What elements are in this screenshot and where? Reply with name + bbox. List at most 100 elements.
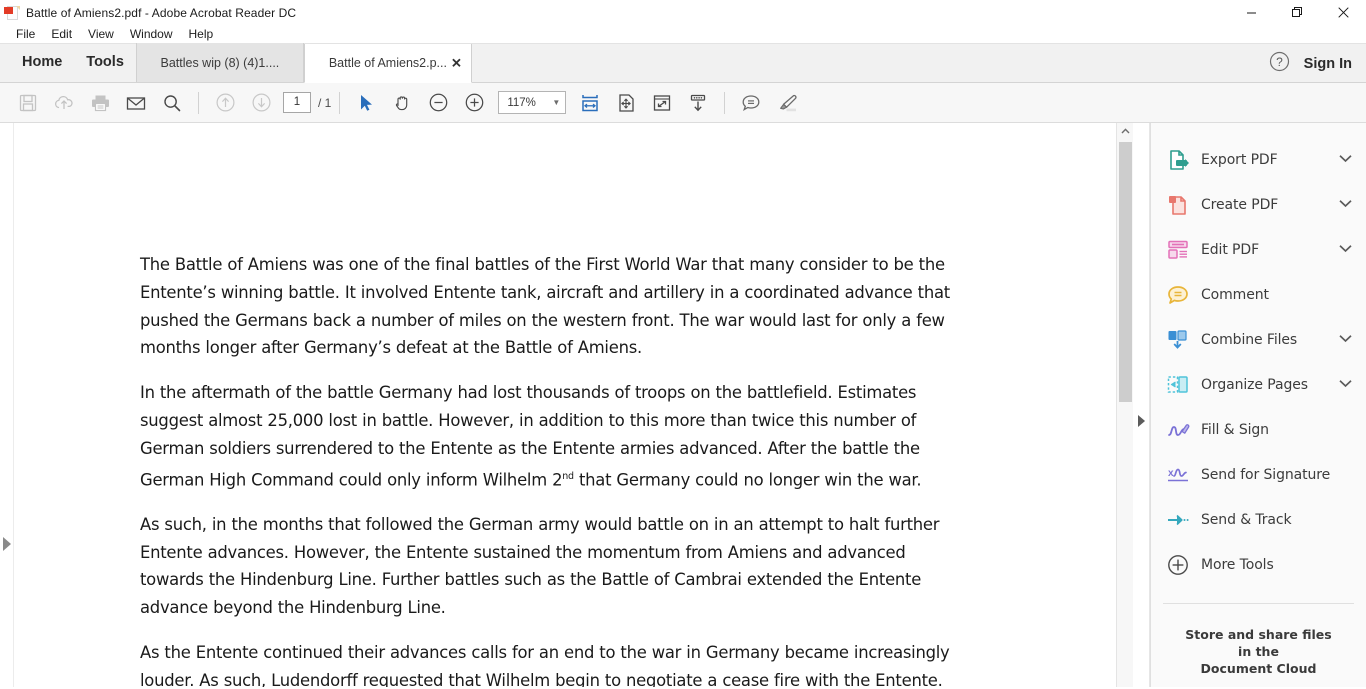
sign-in-button[interactable]: Sign In bbox=[1304, 56, 1352, 72]
menu-view[interactable]: View bbox=[80, 26, 122, 42]
tab-bar-right-group: ? Sign In bbox=[1269, 44, 1366, 83]
document-tab-battles-wip[interactable]: Battles wip (8) (4)1.... bbox=[135, 43, 304, 82]
right-tool-label: Comment bbox=[1201, 286, 1269, 303]
cursor-arrow-icon[interactable] bbox=[348, 86, 384, 120]
scroll-up-arrow-icon[interactable] bbox=[1117, 123, 1134, 140]
chevron-down-icon[interactable] bbox=[1339, 379, 1354, 391]
page-number-input[interactable]: 1 bbox=[283, 92, 311, 113]
tab-close-icon[interactable]: ✕ bbox=[451, 57, 462, 70]
tools-button[interactable]: Tools bbox=[74, 43, 136, 82]
hand-icon[interactable] bbox=[384, 86, 420, 120]
collapse-right-pane-icon[interactable] bbox=[1138, 415, 1145, 427]
chevron-down-icon: ▼ bbox=[552, 98, 561, 107]
tools-right-panel: Export PDF Create PDF Edit PDF Comment C… bbox=[1150, 123, 1366, 687]
zoom-level-dropdown[interactable]: 117% ▼ bbox=[498, 91, 567, 114]
tab-bar: Home Tools Battles wip (8) (4)1.... Batt… bbox=[0, 43, 1366, 83]
comment-bubble-icon[interactable] bbox=[733, 86, 769, 120]
right-tool-label: More Tools bbox=[1201, 556, 1274, 573]
document-tab-battle-of-amiens2[interactable]: Battle of Amiens2.p... ✕ bbox=[303, 44, 472, 83]
document-paragraph: As such, in the months that followed the… bbox=[140, 514, 940, 618]
menu-edit[interactable]: Edit bbox=[43, 26, 80, 42]
send-and-track-icon bbox=[1165, 507, 1191, 533]
email-icon[interactable] bbox=[118, 86, 154, 120]
chevron-down-icon[interactable] bbox=[1339, 154, 1354, 166]
save-file-icon[interactable] bbox=[10, 86, 46, 120]
zoom-out-icon[interactable] bbox=[420, 86, 456, 120]
right-tool-label: Edit PDF bbox=[1201, 241, 1260, 258]
document-paragraph: In the aftermath of the battle Germany h… bbox=[140, 379, 956, 494]
right-pane-collapse-strip[interactable] bbox=[1133, 123, 1150, 687]
right-tool-label: Send for Signature bbox=[1201, 466, 1331, 483]
page-total-label: / 1 bbox=[318, 95, 332, 110]
title-bar: Battle of Amiens2.pdf - Adobe Acrobat Re… bbox=[0, 0, 1366, 25]
zoom-level-value: 117% bbox=[507, 96, 536, 109]
zoom-in-icon[interactable] bbox=[456, 86, 492, 120]
tab-label: Battle of Amiens2.p... bbox=[328, 56, 447, 70]
right-tool-export-pdf[interactable]: Export PDF bbox=[1151, 137, 1366, 182]
home-tools-group: Home Tools bbox=[0, 43, 136, 82]
combine-files-icon bbox=[1165, 327, 1191, 353]
right-tool-label: Create PDF bbox=[1201, 196, 1279, 213]
promo-line-1: Store and share files in the bbox=[1185, 627, 1332, 659]
fullscreen-read-mode-icon[interactable] bbox=[644, 86, 680, 120]
document-paragraph: The Battle of Amiens was one of the fina… bbox=[140, 255, 950, 358]
highlighter-pen-icon[interactable] bbox=[769, 86, 805, 120]
home-button[interactable]: Home bbox=[10, 43, 74, 82]
help-icon[interactable]: ? bbox=[1269, 51, 1290, 77]
right-tool-label: Export PDF bbox=[1201, 151, 1278, 168]
close-button[interactable] bbox=[1320, 0, 1366, 25]
send-for-signature-icon: x bbox=[1165, 462, 1191, 488]
document-viewport[interactable]: The Battle of Amiens was one of the fina… bbox=[14, 123, 1116, 687]
maximize-restore-button[interactable] bbox=[1274, 0, 1320, 25]
main-area: The Battle of Amiens was one of the fina… bbox=[0, 123, 1366, 687]
menu-file[interactable]: File bbox=[8, 26, 43, 42]
expand-navigation-pane-icon[interactable] bbox=[3, 537, 11, 551]
chevron-down-icon[interactable] bbox=[1339, 334, 1354, 346]
right-tool-fill-and-sign[interactable]: Fill & Sign bbox=[1151, 407, 1366, 452]
scroll-down-icon[interactable] bbox=[680, 86, 716, 120]
superscript-nd: nd bbox=[562, 470, 574, 482]
chevron-down-icon[interactable] bbox=[1339, 199, 1354, 211]
search-icon[interactable] bbox=[154, 86, 190, 120]
right-tool-label: Send & Track bbox=[1201, 511, 1292, 528]
menu-help[interactable]: Help bbox=[181, 26, 222, 42]
save-to-cloud-icon[interactable] bbox=[46, 86, 82, 120]
right-tool-send-and-track[interactable]: Send & Track bbox=[1151, 497, 1366, 542]
comment-icon bbox=[1165, 282, 1191, 308]
pan-zoom-page-icon[interactable] bbox=[608, 86, 644, 120]
right-tool-comment[interactable]: Comment bbox=[1151, 272, 1366, 317]
toolbar: 1 / 1 117% ▼ bbox=[0, 83, 1366, 123]
minimize-button[interactable] bbox=[1228, 0, 1274, 25]
edit-pdf-icon bbox=[1165, 237, 1191, 263]
toolbar-separator bbox=[339, 91, 341, 114]
scrollbar-thumb[interactable] bbox=[1119, 142, 1132, 402]
left-navigation-strip bbox=[0, 123, 14, 687]
window-title: Battle of Amiens2.pdf - Adobe Acrobat Re… bbox=[26, 5, 297, 20]
acrobat-pdf-icon bbox=[4, 5, 20, 21]
right-tool-edit-pdf[interactable]: Edit PDF bbox=[1151, 227, 1366, 272]
print-icon[interactable] bbox=[82, 86, 118, 120]
right-tool-more-tools[interactable]: More Tools bbox=[1151, 542, 1366, 587]
window-controls bbox=[1228, 0, 1366, 25]
organize-pages-icon bbox=[1165, 372, 1191, 398]
svg-text:x: x bbox=[1168, 468, 1174, 479]
right-tool-organize-pages[interactable]: Organize Pages bbox=[1151, 362, 1366, 407]
previous-page-icon[interactable] bbox=[207, 86, 243, 120]
menu-bar: File Edit View Window Help bbox=[0, 25, 1366, 44]
svg-text:?: ? bbox=[1276, 55, 1283, 69]
right-tool-combine-files[interactable]: Combine Files bbox=[1151, 317, 1366, 362]
document-cloud-promo: Store and share files in the Document Cl… bbox=[1151, 604, 1366, 677]
fit-page-width-icon[interactable] bbox=[572, 86, 608, 120]
export-pdf-icon bbox=[1165, 147, 1191, 173]
next-page-icon[interactable] bbox=[243, 86, 279, 120]
right-tool-label: Combine Files bbox=[1201, 331, 1298, 348]
right-tool-label: Organize Pages bbox=[1201, 376, 1308, 393]
right-tool-send-for-signature[interactable]: x Send for Signature bbox=[1151, 452, 1366, 497]
menu-window[interactable]: Window bbox=[122, 26, 181, 42]
document-paragraph: As the Entente continued their advances … bbox=[140, 643, 950, 687]
toolbar-separator bbox=[198, 91, 199, 114]
right-tool-create-pdf[interactable]: Create PDF bbox=[1151, 182, 1366, 227]
chevron-down-icon[interactable] bbox=[1339, 244, 1354, 256]
vertical-scrollbar[interactable] bbox=[1116, 123, 1133, 687]
tab-label: Battles wip (8) (4)1.... bbox=[160, 55, 280, 70]
